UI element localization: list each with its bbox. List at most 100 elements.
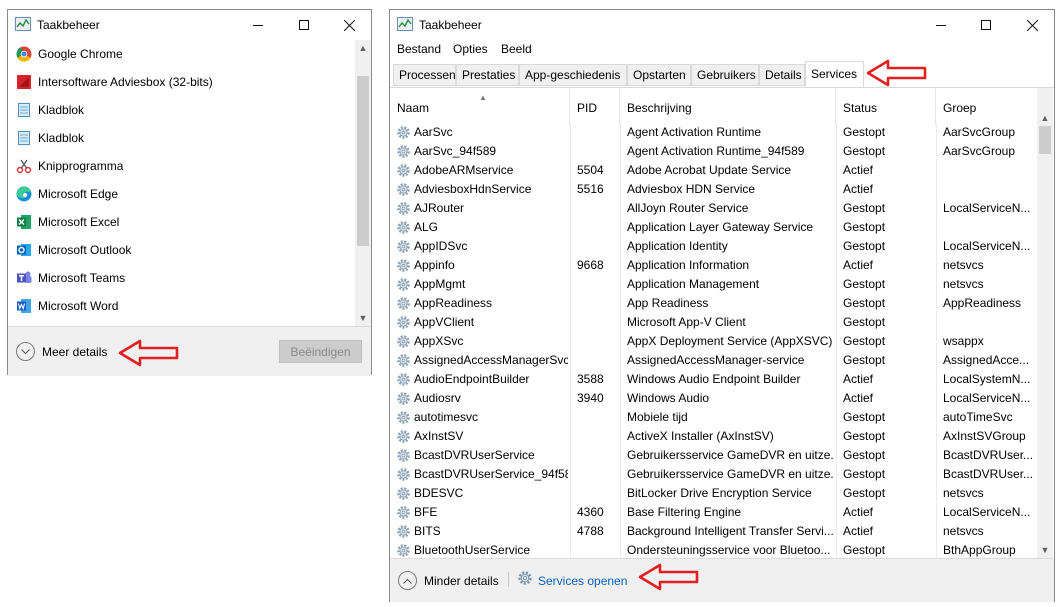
table-row[interactable]: AppIDSvc Application Identity Gestopt Local… [390, 237, 1037, 256]
maximize-button[interactable] [963, 10, 1009, 40]
scroll-down-icon[interactable]: ▼ [355, 310, 371, 326]
minimize-icon [253, 25, 263, 26]
app-list-item[interactable]: Intersoftware Adviesbox (32-bits) [8, 68, 355, 96]
vertical-scrollbar[interactable]: ▲ ▼ [355, 40, 371, 326]
table-row[interactable]: BcastDVRUserService Gebruikersservice Gam… [390, 446, 1037, 465]
table-row[interactable]: BcastDVRUserService_94f589 Gebruikersserv… [390, 465, 1037, 484]
table-row[interactable]: AppReadiness App Readiness Gestopt AppReadi… [390, 294, 1037, 313]
app-list-item[interactable]: Microsoft Teams [8, 264, 355, 292]
annotation-arrow-icon [638, 563, 699, 591]
table-row[interactable]: AxInstSV ActiveX Installer (AxInstSV) Gest… [390, 427, 1037, 446]
maximize-icon [981, 20, 991, 30]
table-row[interactable]: AdobeARMservice 5504 Adobe Acrobat Update … [390, 161, 1037, 180]
service-gear-icon [397, 392, 410, 405]
menu-bestand[interactable]: Bestand [397, 42, 441, 56]
app-list-item[interactable]: Microsoft Edge [8, 180, 355, 208]
service-gear-icon [397, 240, 410, 253]
tab-opstarten[interactable]: Opstarten [627, 64, 691, 86]
end-task-button[interactable]: Beëindigen [279, 340, 362, 363]
close-button[interactable] [1009, 10, 1055, 40]
column-header-groep[interactable]: Groep [936, 88, 1037, 125]
scroll-up-icon[interactable]: ▲ [355, 40, 371, 56]
scrollbar-thumb[interactable] [357, 76, 369, 246]
table-row[interactable]: Appinfo 9668 Application Information Actief… [390, 256, 1037, 275]
service-status: Gestopt [843, 467, 886, 481]
vertical-scrollbar[interactable]: ▲ ▼ [1037, 88, 1053, 558]
open-services-link[interactable]: Services openen [538, 574, 627, 588]
more-details-link[interactable]: Meer details [42, 345, 107, 359]
menu-beeld[interactable]: Beeld [501, 42, 532, 56]
table-row[interactable]: BFE 4360 Base Filtering Engine Actief LocalS… [390, 503, 1037, 522]
column-header-status[interactable]: Status [836, 88, 936, 125]
word-icon [17, 299, 31, 313]
table-row[interactable]: AarSvc_94f589 Agent Activation Runtime_94… [390, 142, 1037, 161]
table-row[interactable]: autotimesvc Mobiele tijd Gestopt autoTimeSv… [390, 408, 1037, 427]
scrollbar-thumb[interactable] [1039, 126, 1051, 154]
column-header-label: Groep [943, 101, 977, 115]
service-gear-icon [397, 354, 410, 367]
app-list-item[interactable]: Google Chrome [8, 40, 355, 68]
table-row[interactable]: AppXSvc AppX Deployment Service (AppXSVC)… [390, 332, 1037, 351]
table-row[interactable]: AJRouter AllJoyn Router Service Gestopt Loc… [390, 199, 1037, 218]
table-row[interactable]: ALG Application Layer Gateway Service Gest… [390, 218, 1037, 237]
table-row[interactable]: BDESVC BitLocker Drive Encryption Service… [390, 484, 1037, 503]
tab-services[interactable]: Services [805, 61, 864, 87]
tab-app-geschiedenis[interactable]: App-geschiedenis [519, 64, 627, 86]
table-row[interactable]: BITS 4788 Background Intelligent Transfer … [390, 522, 1037, 541]
app-list-item[interactable]: Kladblok [8, 124, 355, 152]
minimize-button[interactable] [918, 10, 964, 40]
service-name: AssignedAccessManagerSvc [414, 353, 568, 367]
close-icon [1026, 19, 1038, 31]
column-header-pid[interactable]: PID [570, 88, 620, 125]
tab-prestaties[interactable]: Prestaties [456, 64, 519, 86]
app-name: Intersoftware Adviesbox (32-bits) [38, 75, 213, 89]
scroll-down-icon[interactable]: ▼ [1037, 542, 1053, 558]
app-list-item[interactable]: Microsoft Excel [8, 208, 355, 236]
table-row[interactable]: AppMgmt Application Management Gestopt nets… [390, 275, 1037, 294]
app-name: Microsoft Edge [38, 187, 119, 201]
app-list-item[interactable]: Kladblok [8, 96, 355, 124]
tab-gebruikers[interactable]: Gebruikers [691, 64, 759, 86]
table-row[interactable]: AudioEndpointBuilder 3588 Windows Audio En… [390, 370, 1037, 389]
service-status: Gestopt [843, 486, 886, 500]
app-list-item[interactable]: Microsoft Word [8, 292, 355, 320]
service-group: netsvcs [943, 524, 984, 538]
chevron-up-icon[interactable] [398, 571, 417, 590]
app-name: Microsoft Outlook [38, 243, 132, 257]
annotation-arrow-icon [118, 339, 179, 367]
table-row[interactable]: AppVClient Microsoft App-V Client Gestopt [390, 313, 1037, 332]
tab-details[interactable]: Details [759, 64, 805, 86]
table-row[interactable]: AdviesboxHdnService 5516 Adviesbox HDN Ser… [390, 180, 1037, 199]
app-list-item[interactable]: Knipprogramma [8, 152, 355, 180]
task-manager-icon [397, 17, 413, 31]
minimize-button[interactable] [235, 10, 281, 40]
column-header-label: PID [577, 101, 598, 115]
table-row[interactable]: BluetoothUserService Ondersteuningsservic… [390, 541, 1037, 558]
service-status: Gestopt [843, 239, 886, 253]
services-rows: AarSvc Agent Activation Runtime Gestopt Aar… [390, 123, 1037, 558]
scroll-up-icon[interactable]: ▲ [1037, 110, 1053, 126]
fewer-details-link[interactable]: Minder details [424, 574, 499, 588]
column-header-beschrijving[interactable]: Beschrijving [620, 88, 836, 125]
table-row[interactable]: AarSvc Agent Activation Runtime Gestopt Aar… [390, 123, 1037, 142]
service-name: AdviesboxHdnService [414, 182, 532, 196]
close-button[interactable] [326, 10, 372, 40]
maximize-button[interactable] [281, 10, 327, 40]
title-bar: Taakbeheer [390, 10, 1054, 40]
service-gear-icon [397, 297, 410, 310]
table-row[interactable]: Audiosrv 3940 Windows Audio Actief LocalServ… [390, 389, 1037, 408]
service-pid: 3588 [577, 372, 604, 386]
service-gear-icon [397, 468, 410, 481]
app-list-item[interactable]: Microsoft Outlook [8, 236, 355, 264]
table-row[interactable]: AssignedAccessManagerSvc AssignedAccessMa… [390, 351, 1037, 370]
column-header-naam[interactable]: ▲ Naam [390, 88, 570, 125]
service-description: Application Information [627, 258, 750, 272]
service-description: Background Intelligent Transfer Servi... [627, 524, 833, 538]
chevron-down-icon[interactable] [16, 342, 35, 361]
service-description: Adobe Acrobat Update Service [627, 163, 792, 177]
service-gear-icon [397, 411, 410, 424]
menu-opties[interactable]: Opties [453, 42, 488, 56]
annotation-arrow-icon [866, 59, 927, 87]
tab-processen[interactable]: Processen [393, 64, 456, 86]
service-name: AppMgmt [414, 277, 466, 291]
